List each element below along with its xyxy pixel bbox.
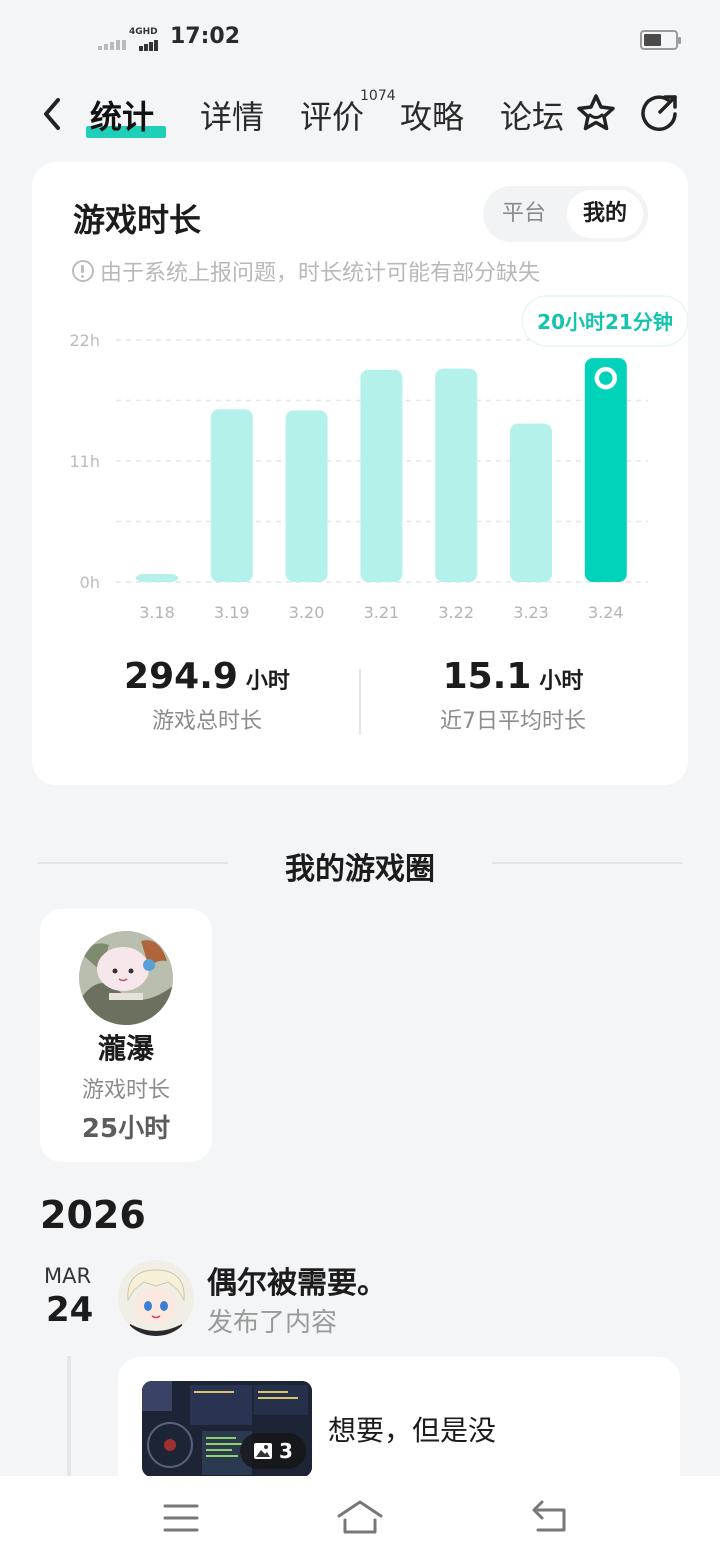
total-playtime-value: 294.9: [124, 656, 238, 697]
post-user-avatar[interactable]: [118, 1260, 194, 1336]
avg-playtime-unit: 小时: [539, 669, 584, 694]
tooltip-text: 20小时21分钟: [537, 310, 673, 334]
x-tick-label: 3.19: [214, 603, 250, 622]
home-icon[interactable]: [335, 1498, 385, 1538]
bar-3.21: [360, 369, 403, 582]
share-icon[interactable]: [638, 92, 680, 134]
y-tick-label: 11h: [70, 452, 101, 471]
signal-icon: [98, 40, 126, 50]
post-image[interactable]: 3: [142, 1381, 312, 1477]
entry-day: 24: [46, 1290, 94, 1330]
playtime-card: 游戏时长 平台 我的 由于系统上报问题，时长统计可能有部分缺失 0h 11h 22h…: [32, 162, 688, 785]
friend-playtime-label: 游戏时长: [81, 1078, 170, 1103]
network-indicator: 4GHD: [129, 27, 163, 51]
friend-card[interactable]: 瀧瀑 游戏时长 25小时: [40, 909, 212, 1162]
total-playtime-stat: 294.9 小时 游戏总时长: [102, 656, 312, 735]
friend-avatar: [79, 931, 173, 1025]
bar-3.24: [584, 358, 627, 582]
post-username[interactable]: 偶尔被需要。: [207, 1258, 387, 1302]
total-playtime-unit: 小时: [245, 669, 290, 694]
y-tick-label: 0h: [80, 573, 100, 592]
section-title: 我的游戏圈: [285, 852, 435, 887]
bar-3.18: [136, 574, 178, 582]
x-tick-label: 3.21: [364, 603, 400, 622]
menu-icon[interactable]: [156, 1498, 206, 1538]
total-playtime-label: 游戏总时长: [151, 709, 262, 734]
tab-reviews[interactable]: 评价: [300, 92, 364, 138]
bar-3.20: [285, 410, 328, 582]
friend-name: 瀧瀑: [97, 1032, 154, 1065]
playtime-chart: 0h 11h 22h 3.18 3.19 3.20 3.21 3.22 3.23 3.24 20小时…: [70, 295, 688, 622]
star-icon[interactable]: [575, 92, 617, 134]
y-tick-label: 22h: [70, 331, 101, 350]
x-tick-label: 3.20: [289, 603, 325, 622]
bar-3.19: [210, 409, 253, 582]
status-time: 17:02: [170, 24, 241, 49]
entry-month: MAR: [44, 1264, 92, 1288]
avg-playtime-value: 15.1: [442, 656, 532, 697]
post-text: 想要，但是没: [328, 1414, 497, 1447]
avg-playtime-stat: 15.1 小时 近7日平均时长: [408, 656, 618, 735]
tab-details[interactable]: 详情: [200, 92, 264, 138]
avg-playtime-label: 近7日平均时长: [440, 709, 586, 734]
x-tick-label: 3.18: [139, 603, 175, 622]
status-bar: 4GHD 17:02: [0, 0, 720, 80]
feed-year: 2026: [40, 1193, 146, 1237]
gallery-icon: [254, 1443, 273, 1459]
tab-forum[interactable]: 论坛: [500, 92, 564, 138]
back-nav-icon[interactable]: [524, 1498, 574, 1538]
bar-3.22: [435, 368, 478, 582]
timeline-line: [67, 1356, 71, 1476]
bar-3.23: [510, 423, 552, 582]
system-nav-bar: [0, 1476, 720, 1560]
image-count: 3: [279, 1439, 293, 1463]
friend-playtime-value: 25小时: [81, 1114, 171, 1144]
post-action: 发布了内容: [207, 1308, 338, 1338]
x-tick-label: 3.24: [588, 603, 624, 622]
battery-icon: [640, 30, 681, 50]
reviews-count-badge: 1074: [360, 88, 396, 104]
image-count-badge: 3: [240, 1433, 306, 1469]
tab-guides[interactable]: 攻略: [400, 92, 464, 138]
tab-stats[interactable]: 统计: [90, 92, 154, 138]
x-tick-label: 3.22: [438, 603, 474, 622]
stats-divider: [359, 669, 361, 735]
network-type: 4GHD: [129, 27, 158, 37]
back-icon[interactable]: [38, 94, 68, 134]
x-tick-label: 3.23: [513, 603, 549, 622]
